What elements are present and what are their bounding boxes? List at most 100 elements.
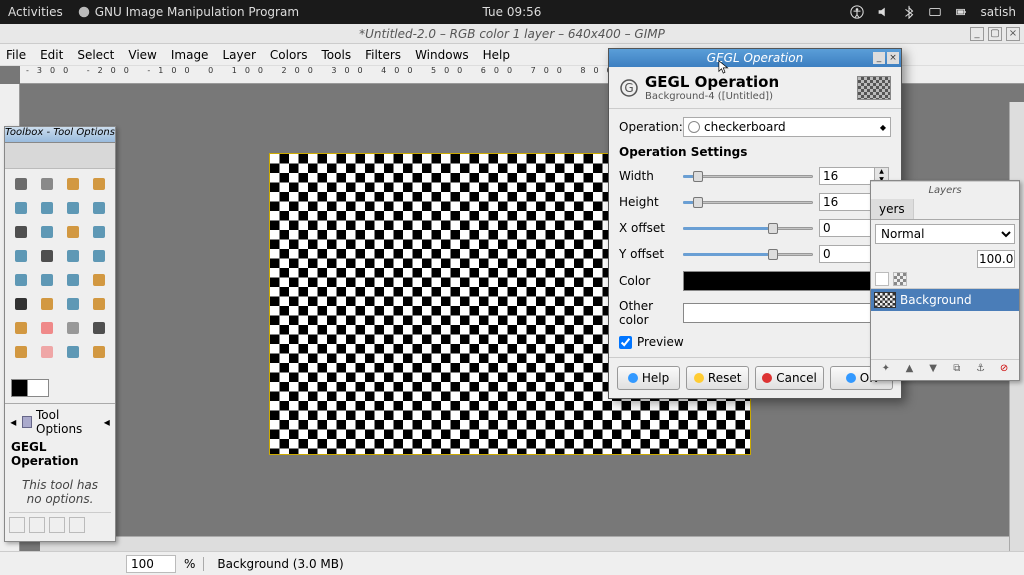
opacity-input[interactable] xyxy=(977,250,1015,268)
spin-up-icon[interactable]: ▲ xyxy=(875,168,888,176)
layers-title[interactable]: Layers xyxy=(871,181,1019,199)
collapse-icon[interactable]: ◂ xyxy=(9,415,18,429)
width-slider[interactable] xyxy=(683,170,813,182)
layer-row[interactable]: Background xyxy=(871,289,1019,311)
delete-options-icon[interactable] xyxy=(49,517,65,533)
new-layer-icon[interactable]: ✦ xyxy=(879,363,893,377)
flip-tool[interactable] xyxy=(61,269,85,291)
menu-edit[interactable]: Edit xyxy=(40,48,63,62)
yoffset-input[interactable] xyxy=(819,245,875,263)
pencil-tool[interactable] xyxy=(87,293,111,315)
free-select-tool[interactable] xyxy=(61,173,85,195)
fuzzy-select-tool[interactable] xyxy=(87,173,111,195)
scale-tool[interactable] xyxy=(87,245,111,267)
blend-mode-select[interactable]: Normal xyxy=(875,224,1015,244)
menu-select[interactable]: Select xyxy=(77,48,114,62)
measure-tool[interactable] xyxy=(61,221,85,243)
clone-tool[interactable] xyxy=(9,341,33,363)
dialog-titlebar[interactable]: GEGL Operation _ × xyxy=(609,49,901,67)
toolbox-title[interactable]: Toolbox - Tool Options xyxy=(5,127,115,143)
clock[interactable]: Tue 09:56 xyxy=(483,5,542,19)
menu-view[interactable]: View xyxy=(128,48,156,62)
rotate-tool[interactable] xyxy=(61,245,85,267)
bluetooth-icon[interactable] xyxy=(902,5,916,19)
airbrush-tool[interactable] xyxy=(61,317,85,339)
bucket-fill-tool[interactable] xyxy=(35,293,59,315)
ink-tool[interactable] xyxy=(87,317,111,339)
paths-tool[interactable] xyxy=(87,197,111,219)
foreground-select-tool[interactable] xyxy=(61,197,85,219)
yoffset-slider[interactable] xyxy=(683,248,813,260)
perspective-tool[interactable] xyxy=(35,269,59,291)
menu-file[interactable]: File xyxy=(6,48,26,62)
volume-icon[interactable] xyxy=(876,5,890,19)
minimize-button[interactable]: _ xyxy=(970,27,984,41)
network-icon[interactable] xyxy=(928,5,942,19)
help-button[interactable]: Help xyxy=(617,366,680,390)
color-picker-primary[interactable] xyxy=(683,271,891,291)
width-input[interactable] xyxy=(819,167,875,185)
cage-tool[interactable] xyxy=(87,269,111,291)
accessibility-icon[interactable] xyxy=(850,5,864,19)
color-picker-secondary[interactable] xyxy=(683,303,891,323)
menu-layer[interactable]: Layer xyxy=(222,48,255,62)
app-menu[interactable]: GNU Image Manipulation Program xyxy=(77,5,299,19)
menu-filters[interactable]: Filters xyxy=(365,48,401,62)
tool-options-header[interactable]: ◂ Tool Options ◂ xyxy=(9,408,111,436)
paintbrush-tool[interactable] xyxy=(9,317,33,339)
battery-icon[interactable] xyxy=(954,5,968,19)
blur-tool[interactable] xyxy=(61,341,85,363)
preview-checkbox[interactable] xyxy=(619,336,632,349)
scissors-tool[interactable] xyxy=(35,197,59,219)
maximize-button[interactable]: ▢ xyxy=(988,27,1002,41)
layers-panel: Layers yers Normal Background ✦ ▲ ▼ ⧉ ⚓ … xyxy=(870,180,1020,381)
anchor-layer-icon[interactable]: ⚓ xyxy=(973,363,987,377)
blend-tool[interactable] xyxy=(61,293,85,315)
crop-tool[interactable] xyxy=(35,245,59,267)
height-slider[interactable] xyxy=(683,196,813,208)
smudge-tool[interactable] xyxy=(87,341,111,363)
raise-layer-icon[interactable]: ▲ xyxy=(902,363,916,377)
menu-tools[interactable]: Tools xyxy=(322,48,352,62)
dialog-close-button[interactable]: × xyxy=(887,52,899,64)
operation-select[interactable]: checkerboard ◆ xyxy=(683,117,891,137)
heal-tool[interactable] xyxy=(35,341,59,363)
color-label: Color xyxy=(619,274,677,288)
height-input[interactable] xyxy=(819,193,875,211)
menu-windows[interactable]: Windows xyxy=(415,48,469,62)
cancel-button[interactable]: Cancel xyxy=(755,366,824,390)
menu-colors[interactable]: Colors xyxy=(270,48,308,62)
lock-pixels-icon[interactable] xyxy=(875,272,889,286)
user-menu[interactable]: satish xyxy=(980,5,1016,19)
color-picker-tool[interactable] xyxy=(9,221,33,243)
menu-icon[interactable]: ◂ xyxy=(103,415,112,429)
ellipse-select-tool[interactable] xyxy=(35,173,59,195)
lock-alpha-icon[interactable] xyxy=(893,272,907,286)
move-tool[interactable] xyxy=(87,221,111,243)
xoffset-input[interactable] xyxy=(819,219,875,237)
zoom-input[interactable] xyxy=(126,555,176,573)
reset-options-icon[interactable] xyxy=(69,517,85,533)
reset-button[interactable]: Reset xyxy=(686,366,749,390)
lower-layer-icon[interactable]: ▼ xyxy=(926,363,940,377)
horizontal-scrollbar[interactable] xyxy=(40,536,1009,551)
xoffset-slider[interactable] xyxy=(683,222,813,234)
zoom-tool[interactable] xyxy=(35,221,59,243)
menu-image[interactable]: Image xyxy=(171,48,209,62)
duplicate-layer-icon[interactable]: ⧉ xyxy=(950,363,964,377)
menu-help[interactable]: Help xyxy=(483,48,510,62)
delete-layer-icon[interactable]: ⊘ xyxy=(997,363,1011,377)
dialog-minimize-button[interactable]: _ xyxy=(873,52,885,64)
eraser-tool[interactable] xyxy=(35,317,59,339)
rect-select-tool[interactable] xyxy=(9,173,33,195)
shear-tool[interactable] xyxy=(9,269,33,291)
close-button[interactable]: × xyxy=(1006,27,1020,41)
activities-button[interactable]: Activities xyxy=(8,5,63,19)
text-tool[interactable] xyxy=(9,293,33,315)
color-select-tool[interactable] xyxy=(9,197,33,219)
save-options-icon[interactable] xyxy=(9,517,25,533)
align-tool[interactable] xyxy=(9,245,33,267)
background-color[interactable] xyxy=(27,379,49,397)
restore-options-icon[interactable] xyxy=(29,517,45,533)
layers-tab[interactable]: yers xyxy=(871,199,914,219)
